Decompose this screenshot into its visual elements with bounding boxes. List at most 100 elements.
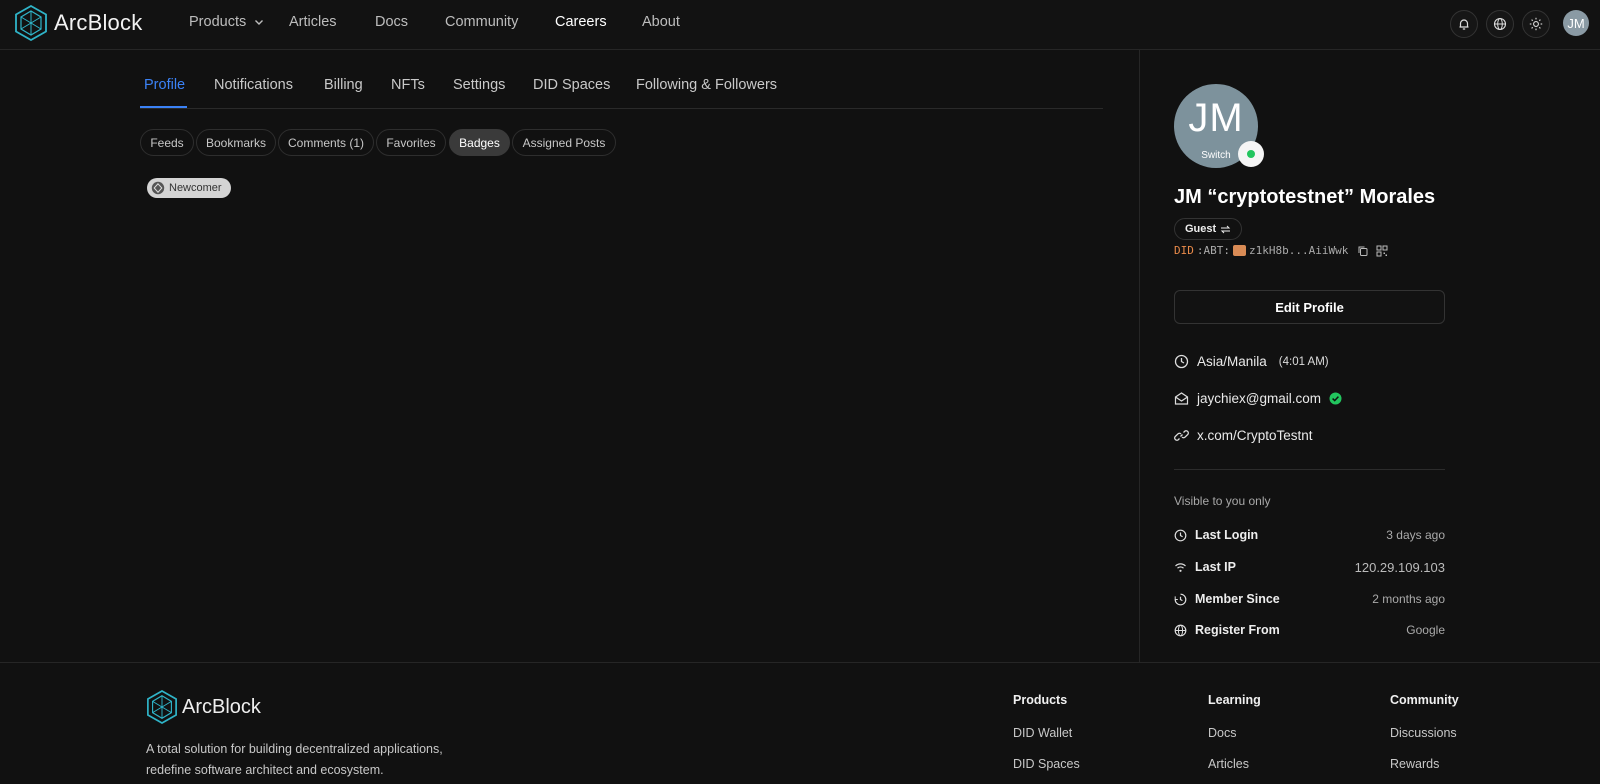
- mail-open-icon: [1174, 392, 1189, 405]
- arcblock-logo-icon: [15, 5, 47, 41]
- stat-label: Register From: [1195, 623, 1280, 637]
- chevron-down-icon: [255, 20, 264, 25]
- copy-icon[interactable]: [1357, 245, 1369, 257]
- clock-icon: [1174, 354, 1189, 369]
- timezone-value: Asia/Manila: [1197, 354, 1267, 369]
- badge-label: Newcomer: [169, 182, 222, 194]
- stat-value: 3 days ago: [1386, 528, 1445, 542]
- link-icon: [1174, 430, 1189, 441]
- link-value[interactable]: x.com/CryptoTestnt: [1197, 428, 1313, 443]
- clock-icon: [1174, 529, 1187, 541]
- stat-last-ip: Last IP 120.29.109.103: [1174, 557, 1445, 577]
- bell-icon: [1459, 19, 1469, 30]
- brand-name: ArcBlock: [54, 10, 143, 35]
- footer-link-docs[interactable]: Docs: [1208, 726, 1236, 740]
- switch-arrows-icon: [1220, 225, 1231, 233]
- footer-link-rewards[interactable]: Rewards: [1390, 757, 1439, 771]
- stat-label: Member Since: [1195, 592, 1280, 606]
- brand-logo-link[interactable]: ArcBlock: [14, 5, 142, 41]
- did-prefix: DID: [1174, 244, 1194, 257]
- did-address: DID :ABT: z1kH8b...AiiWwk: [1174, 244, 1388, 257]
- tab-notifications[interactable]: Notifications: [214, 77, 293, 93]
- footer-tagline: A total solution for building decentrali…: [146, 742, 443, 777]
- edit-profile-button[interactable]: Edit Profile: [1174, 290, 1445, 324]
- subtab-favorites[interactable]: Favorites: [376, 129, 446, 156]
- nav-docs[interactable]: Docs: [375, 14, 408, 30]
- footer-brand-link[interactable]: ArcBlock: [146, 690, 261, 724]
- stat-register-from: Register From Google: [1174, 620, 1445, 640]
- did-value: z1kH8b...AiiWwk: [1249, 244, 1349, 257]
- visibility-note: Visible to you only: [1174, 494, 1271, 508]
- footer-link-did-wallet[interactable]: DID Wallet: [1013, 726, 1072, 740]
- did-chain: :ABT:: [1196, 244, 1230, 257]
- tab-did-spaces[interactable]: DID Spaces: [533, 77, 610, 93]
- subtab-badges[interactable]: Badges: [449, 129, 510, 156]
- stat-label: Last IP: [1195, 560, 1236, 574]
- stat-value: Google: [1406, 623, 1445, 637]
- subtab-feeds[interactable]: Feeds: [140, 129, 194, 156]
- globe-icon: [1493, 17, 1507, 31]
- stat-value: 2 months ago: [1372, 592, 1445, 606]
- panel-divider: [1139, 50, 1140, 662]
- globe-icon: [1174, 624, 1187, 636]
- stat-last-ip-label-wrap: Last IP: [1174, 560, 1236, 574]
- footer-link-discussions[interactable]: Discussions: [1390, 726, 1457, 740]
- email-row: jaychiex@gmail.com: [1174, 391, 1342, 406]
- subtab-bookmarks[interactable]: Bookmarks: [196, 129, 276, 156]
- stat-member-since-label-wrap: Member Since: [1174, 592, 1280, 606]
- footer-brand-name: ArcBlock: [182, 695, 261, 718]
- top-navbar: ArcBlock Products Articles Docs Communit…: [0, 0, 1600, 50]
- footer: ArcBlock A total solution for building d…: [0, 662, 1600, 784]
- profile-avatar-initials: JM: [1188, 96, 1244, 140]
- history-icon: [1174, 593, 1187, 605]
- stat-last-login: Last Login 3 days ago: [1174, 525, 1445, 545]
- stat-label: Last Login: [1195, 528, 1259, 542]
- tab-billing[interactable]: Billing: [324, 77, 363, 93]
- wifi-icon: [1175, 562, 1186, 572]
- footer-col-learning: Learning: [1208, 693, 1261, 707]
- footer-link-articles[interactable]: Articles: [1208, 757, 1249, 771]
- nav-articles[interactable]: Articles: [289, 14, 337, 30]
- tab-settings[interactable]: Settings: [453, 77, 505, 93]
- nav-community[interactable]: Community: [445, 14, 518, 30]
- online-status-indicator: [1238, 141, 1264, 167]
- tab-nfts[interactable]: NFTs: [391, 77, 425, 93]
- footer-col-title: Community: [1390, 693, 1459, 707]
- arcblock-logo-icon: [147, 690, 177, 724]
- did-avatar-icon: [1233, 245, 1246, 256]
- badge-icon: [151, 181, 165, 195]
- nav-about[interactable]: About: [642, 14, 680, 30]
- language-button[interactable]: [1486, 10, 1514, 38]
- verified-check-icon: [1329, 392, 1342, 405]
- profile-tabs: Profile Notifications Billing NFTs Setti…: [140, 67, 1103, 109]
- footer-link-did-spaces[interactable]: DID Spaces: [1013, 757, 1080, 771]
- theme-toggle-button[interactable]: [1522, 10, 1550, 38]
- section-divider: [1174, 469, 1445, 470]
- tab-following-followers[interactable]: Following & Followers: [636, 77, 777, 93]
- qr-code-icon[interactable]: [1376, 245, 1388, 257]
- timezone-row: Asia/Manila (4:01 AM): [1174, 354, 1329, 369]
- link-row: x.com/CryptoTestnt: [1174, 428, 1313, 443]
- tab-profile[interactable]: Profile: [144, 77, 185, 93]
- footer-col-title: Learning: [1208, 693, 1261, 707]
- local-time: (4:01 AM): [1278, 355, 1329, 368]
- subtab-assigned-posts[interactable]: Assigned Posts: [512, 129, 616, 156]
- footer-col-community: Community: [1390, 693, 1459, 707]
- footer-col-title: Products: [1013, 693, 1068, 707]
- email-value[interactable]: jaychiex@gmail.com: [1197, 391, 1321, 406]
- role-switch-chip[interactable]: Guest: [1174, 218, 1243, 240]
- stat-member-since: Member Since 2 months ago: [1174, 589, 1445, 609]
- nav-products-label: Products: [189, 14, 247, 30]
- stat-register-from-label-wrap: Register From: [1174, 623, 1280, 637]
- stat-value: 120.29.109.103: [1354, 559, 1445, 575]
- subtab-comments[interactable]: Comments (1): [278, 129, 374, 156]
- user-avatar-button[interactable]: JM: [1563, 10, 1589, 36]
- active-tab-indicator: [140, 106, 187, 108]
- role-label: Guest: [1185, 223, 1217, 235]
- nav-careers[interactable]: Careers: [555, 14, 607, 30]
- profile-name: JM “cryptotestnet” Morales: [1174, 186, 1436, 208]
- badge-newcomer[interactable]: Newcomer: [147, 178, 231, 198]
- footer-col-products: Products: [1013, 693, 1067, 707]
- nav-products[interactable]: Products: [189, 14, 264, 30]
- notifications-button[interactable]: [1450, 10, 1478, 38]
